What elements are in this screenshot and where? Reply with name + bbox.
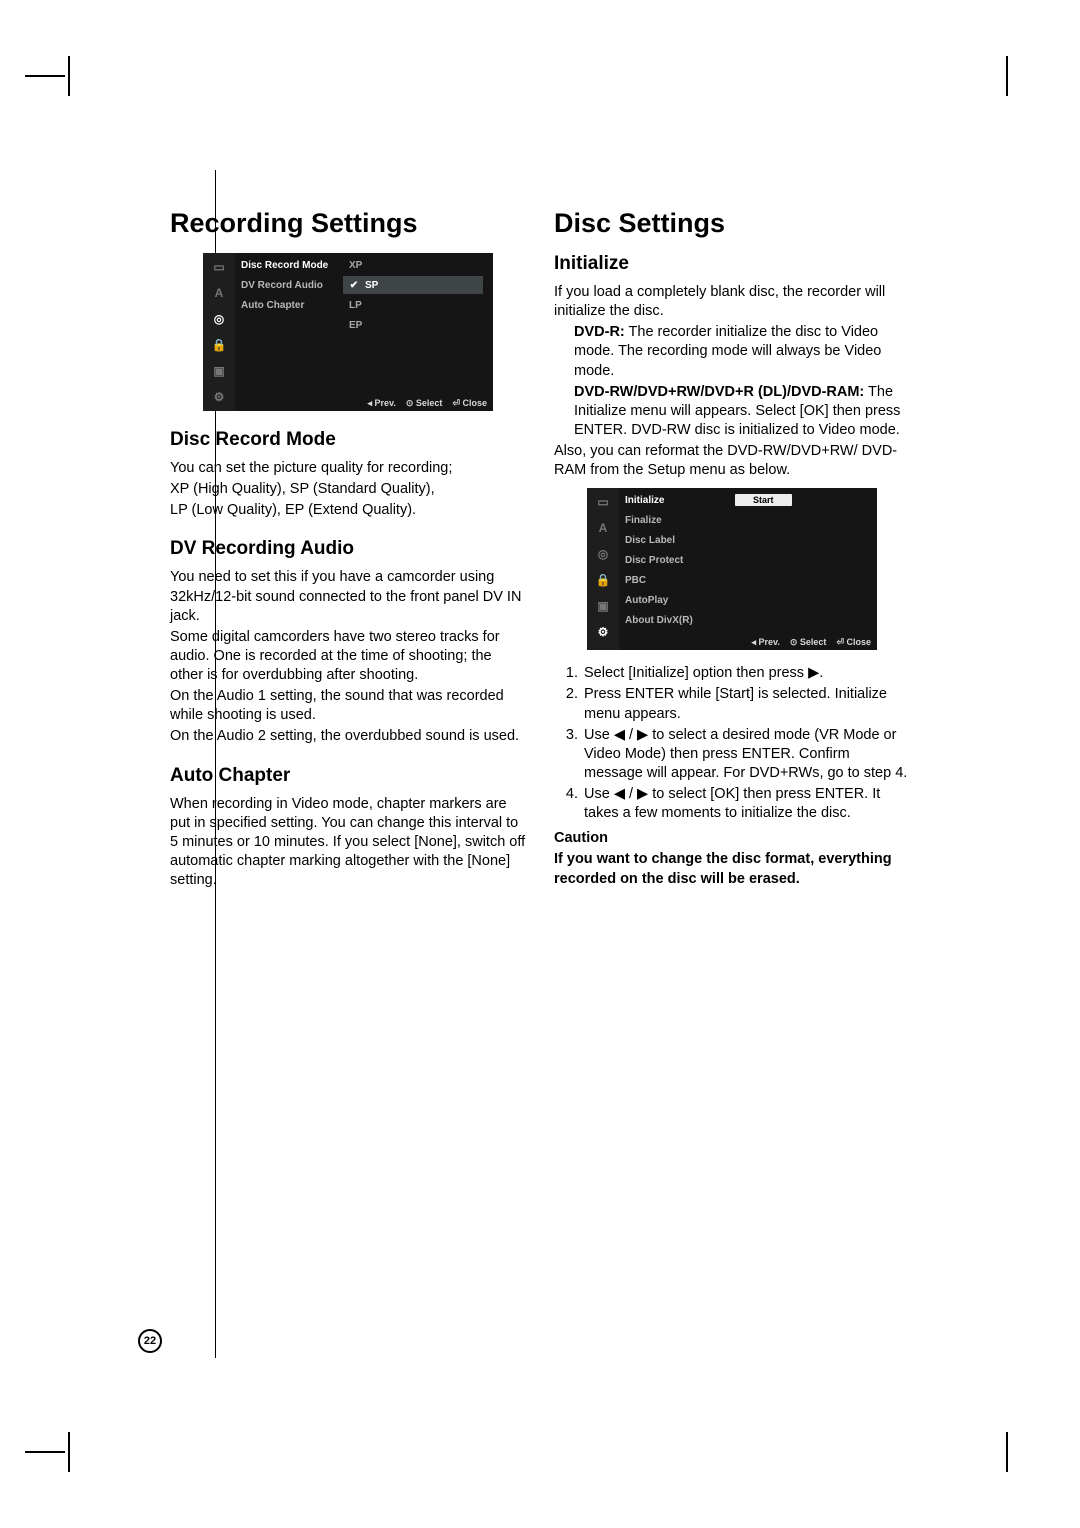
- osd-row: AutoPlay: [619, 590, 877, 610]
- osd-value: XP: [343, 260, 493, 271]
- body-text: If you load a completely blank disc, the…: [554, 283, 910, 321]
- osd-row-selected: DV Record Audio ✔ SP: [235, 275, 493, 295]
- letter-a-icon: A: [593, 518, 613, 538]
- left-column: Recording Settings ▭ A ◎ 🔒 ▣ ⚙ Disc Reco…: [170, 208, 526, 892]
- osd-footer-prev: ◂ Prev.: [751, 637, 779, 648]
- page-number: 22: [138, 1329, 162, 1353]
- osd-row: Disc Record Mode XP: [235, 255, 493, 275]
- osd-label: Initialize: [619, 495, 729, 506]
- osd-label: Disc Record Mode: [235, 260, 343, 271]
- heading-auto-chapter: Auto Chapter: [170, 765, 526, 787]
- indented-block: DVD-R: The recorder initialize the disc …: [554, 323, 910, 440]
- body-text: LP (Low Quality), EP (Extend Quality).: [170, 501, 526, 520]
- osd-footer: ◂ Prev. ⊙ Select ⏎ Close: [751, 634, 871, 650]
- body-text: Also, you can reformat the DVD-RW/DVD+RW…: [554, 442, 910, 480]
- crop-mark: [25, 75, 65, 77]
- body-text: DVD-R: The recorder initialize the disc …: [574, 323, 910, 380]
- osd-row: About DivX(R): [619, 610, 877, 630]
- osd-label: Disc Label: [619, 535, 729, 546]
- osd-label: Disc Protect: [619, 555, 729, 566]
- osd-label: Finalize: [619, 515, 729, 526]
- disc-icon: ◎: [593, 544, 613, 564]
- letter-a-icon: A: [209, 283, 229, 303]
- osd-value: Start: [729, 495, 877, 506]
- heading-disc-settings: Disc Settings: [554, 208, 910, 239]
- osd-row: Disc Label: [619, 530, 877, 550]
- label-dvd-rw: DVD-RW/DVD+RW/DVD+R (DL)/DVD-RAM:: [574, 384, 864, 400]
- disc-icon: ◎: [209, 309, 229, 329]
- check-icon: ✔: [349, 280, 359, 291]
- heading-recording-settings: Recording Settings: [170, 208, 526, 239]
- heading-disc-record-mode: Disc Record Mode: [170, 429, 526, 451]
- osd-body: Disc Record Mode XP DV Record Audio ✔SP …: [235, 253, 493, 411]
- osd-disc-menu: ▭ A ◎ 🔒 ▣ ⚙ Initialize Start Finalize Di…: [587, 488, 877, 650]
- osd-label: About DivX(R): [619, 615, 729, 626]
- osd-footer-close: ⏎ Close: [452, 398, 487, 409]
- body-text: DVD-RW/DVD+RW/DVD+R (DL)/DVD-RAM: The In…: [574, 383, 910, 440]
- record-icon: ▣: [593, 596, 613, 616]
- steps-list: Select [Initialize] option then press ▶.…: [554, 664, 910, 823]
- osd-footer-prev: ◂ Prev.: [367, 398, 395, 409]
- osd-row: Initialize Start: [619, 490, 877, 510]
- heading-initialize: Initialize: [554, 253, 910, 275]
- osd-footer-close: ⏎ Close: [836, 637, 871, 648]
- crop-mark: [68, 1432, 70, 1472]
- osd-body: Initialize Start Finalize Disc Label Dis…: [619, 488, 877, 650]
- body-text: On the Audio 2 setting, the overdubbed s…: [170, 727, 526, 746]
- gear-icon: ⚙: [209, 387, 229, 407]
- osd-icon-column: ▭ A ◎ 🔒 ▣ ⚙: [587, 488, 619, 650]
- osd-icon-column: ▭ A ◎ 🔒 ▣ ⚙: [203, 253, 235, 411]
- right-column: Disc Settings Initialize If you load a c…: [554, 208, 910, 892]
- osd-row: Finalize: [619, 510, 877, 530]
- osd-value: EP: [343, 320, 493, 331]
- osd-row: Auto Chapter LP: [235, 295, 493, 315]
- osd-footer-select: ⊙ Select: [406, 398, 443, 409]
- lock-icon: 🔒: [209, 335, 229, 355]
- osd-label: AutoPlay: [619, 595, 729, 606]
- osd-label: PBC: [619, 575, 729, 586]
- list-item: Use ◀ / ▶ to select [OK] then press ENTE…: [582, 785, 910, 823]
- list-item: Use ◀ / ▶ to select a desired mode (VR M…: [582, 726, 910, 783]
- osd-row: PBC: [619, 570, 877, 590]
- list-item: Press ENTER while [Start] is selected. I…: [582, 685, 910, 723]
- osd-label: DV Record Audio: [235, 280, 343, 291]
- osd-row: Disc Protect: [619, 550, 877, 570]
- list-item: Select [Initialize] option then press ▶.: [582, 664, 910, 683]
- crop-mark: [1006, 1432, 1008, 1472]
- tv-icon: ▭: [593, 492, 613, 512]
- osd-value: ✔ SP: [343, 276, 483, 294]
- content: Recording Settings ▭ A ◎ 🔒 ▣ ⚙ Disc Reco…: [170, 208, 910, 892]
- osd-recording-menu: ▭ A ◎ 🔒 ▣ ⚙ Disc Record Mode XP DV Recor…: [203, 253, 493, 411]
- start-button: Start: [735, 494, 792, 506]
- heading-dv-recording-audio: DV Recording Audio: [170, 538, 526, 560]
- body-text: On the Audio 1 setting, the sound that w…: [170, 687, 526, 725]
- body-text: XP (High Quality), SP (Standard Quality)…: [170, 480, 526, 499]
- crop-mark: [25, 1451, 65, 1453]
- osd-row: EP: [235, 315, 493, 335]
- caution-label: Caution: [554, 829, 910, 848]
- osd-label: Auto Chapter: [235, 300, 343, 311]
- gear-icon: ⚙: [593, 622, 613, 642]
- crop-mark: [1006, 56, 1008, 96]
- body-text: Some digital camcorders have two stereo …: [170, 628, 526, 685]
- caution-text: If you want to change the disc format, e…: [554, 850, 910, 888]
- page: Recording Settings ▭ A ◎ 🔒 ▣ ⚙ Disc Reco…: [0, 0, 1080, 1528]
- label-dvd-r: DVD-R:: [574, 324, 625, 340]
- osd-footer: ◂ Prev. ⊙ Select ⏎ Close: [367, 395, 487, 411]
- lock-icon: 🔒: [593, 570, 613, 590]
- osd-footer-select: ⊙ Select: [790, 637, 827, 648]
- tv-icon: ▭: [209, 257, 229, 277]
- record-icon: ▣: [209, 361, 229, 381]
- body-text: When recording in Video mode, chapter ma…: [170, 795, 526, 891]
- osd-value-text: SP: [365, 280, 378, 291]
- body-text: You need to set this if you have a camco…: [170, 568, 526, 625]
- osd-value: LP: [343, 300, 493, 311]
- crop-mark: [68, 56, 70, 96]
- body-text: You can set the picture quality for reco…: [170, 459, 526, 478]
